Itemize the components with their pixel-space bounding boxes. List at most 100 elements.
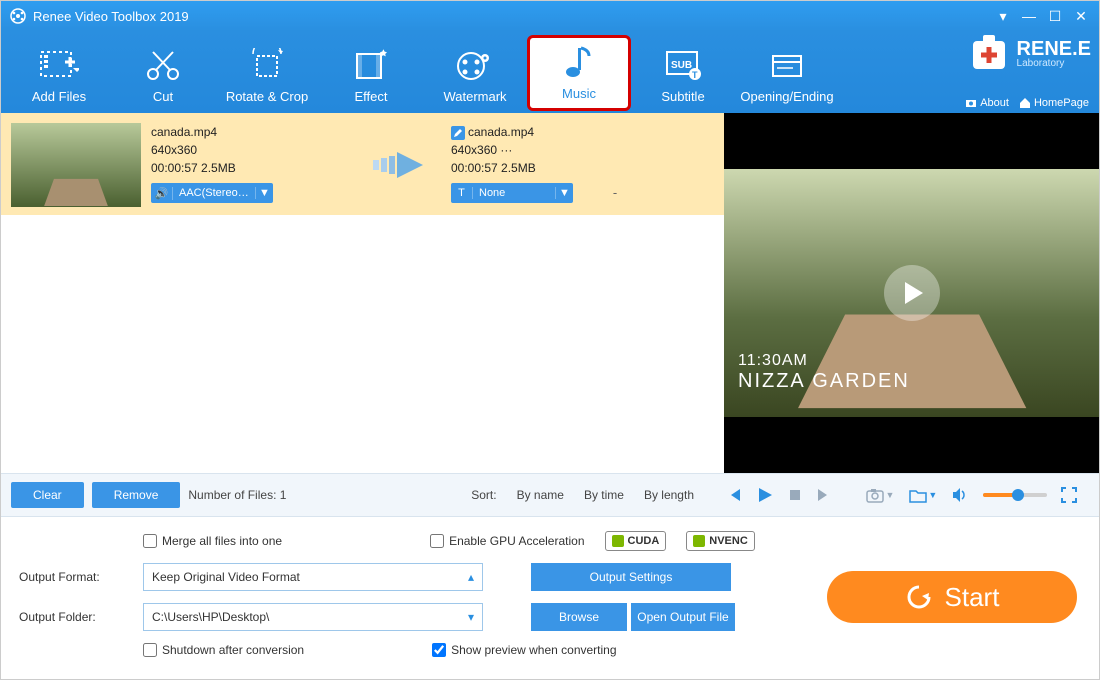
file-count-label: Number of Files: 1 <box>188 488 286 502</box>
content-area: canada.mp4 640x360 00:00:57 2.5MB 🔊 AAC(… <box>1 113 1099 473</box>
src-file-name: canada.mp4 <box>151 123 351 141</box>
sort-by-length[interactable]: By length <box>644 488 694 502</box>
music-label: Music <box>530 86 628 101</box>
output-settings-button[interactable]: Output Settings <box>531 563 731 591</box>
opening-ending-button[interactable]: Opening/Ending <box>735 41 839 104</box>
open-output-button[interactable]: Open Output File <box>631 603 735 631</box>
effect-label: Effect <box>319 89 423 104</box>
close-button[interactable]: ✕ <box>1071 8 1091 25</box>
effect-button[interactable]: Effect <box>319 41 423 104</box>
file-row[interactable]: canada.mp4 640x360 00:00:57 2.5MB 🔊 AAC(… <box>1 113 724 216</box>
sort-by-name[interactable]: By name <box>517 488 564 502</box>
chevron-down-icon: ▼ <box>555 187 573 199</box>
app-title: Renee Video Toolbox 2019 <box>33 9 189 24</box>
homepage-link[interactable]: HomePage <box>1019 97 1089 109</box>
add-files-label: Add Files <box>7 89 111 104</box>
open-folder-button[interactable]: ▼ <box>908 487 937 503</box>
start-button[interactable]: Start <box>827 571 1077 623</box>
dst-file-dur: 00:00:57 2.5MB <box>451 159 651 177</box>
main-toolbar: Add Files Cut Rotate & Crop Effect Water… <box>1 31 1099 113</box>
edit-icon[interactable] <box>451 126 465 140</box>
sort-label: Sort: <box>471 488 496 502</box>
next-button[interactable] <box>816 487 832 503</box>
mid-bar: Clear Remove Number of Files: 1 Sort: By… <box>1 473 1099 517</box>
add-files-icon <box>7 45 111 85</box>
gpu-checkbox[interactable]: Enable GPU Acceleration <box>430 534 584 548</box>
output-format-label: Output Format: <box>19 570 129 584</box>
watermark-icon <box>423 45 527 85</box>
rotate-crop-label: Rotate & Crop <box>215 89 319 104</box>
audio-codec-dropdown[interactable]: 🔊 AAC(Stereo 44 ▼ <box>151 183 273 203</box>
scissors-icon <box>111 45 215 85</box>
output-format-select[interactable]: Keep Original Video Format▴ <box>143 563 483 591</box>
snapshot-button[interactable]: ▼ <box>865 487 894 503</box>
cuda-badge: CUDA <box>605 531 667 551</box>
brand-icon <box>969 33 1011 75</box>
play-button[interactable] <box>756 486 774 504</box>
music-button[interactable]: Music <box>527 35 631 111</box>
file-list: canada.mp4 640x360 00:00:57 2.5MB 🔊 AAC(… <box>1 113 724 473</box>
preview-overlay-text: 11:30AM NIZZA GARDEN <box>738 352 910 393</box>
dst-file-res: 640x360 ··· <box>451 141 651 159</box>
chevron-down-icon: ▼ <box>255 187 273 199</box>
clear-button[interactable]: Clear <box>11 482 84 508</box>
show-preview-checkbox[interactable]: Show preview when converting <box>432 643 616 657</box>
remove-button[interactable]: Remove <box>92 482 181 508</box>
src-file-dur: 00:00:57 2.5MB <box>151 159 351 177</box>
svg-text:T: T <box>692 70 698 80</box>
output-folder-label: Output Folder: <box>19 610 129 624</box>
watermark-button[interactable]: Watermark <box>423 41 527 104</box>
preview-panel: 11:30AM NIZZA GARDEN <box>724 113 1099 473</box>
text-icon: T <box>451 187 473 199</box>
dash-placeholder: - <box>579 185 651 203</box>
brand-block: RENE.E Laboratory <box>969 33 1091 75</box>
rotate-crop-button[interactable]: Rotate & Crop <box>215 41 319 104</box>
chevron-down-icon: ▾ <box>468 610 474 624</box>
music-icon <box>530 42 628 82</box>
cut-button[interactable]: Cut <box>111 41 215 104</box>
refresh-icon <box>905 583 933 611</box>
subtitle-button[interactable]: SUBT Subtitle <box>631 41 735 104</box>
speaker-icon: 🔊 <box>151 187 173 200</box>
opening-ending-icon <box>735 45 839 85</box>
sort-by-time[interactable]: By time <box>584 488 624 502</box>
bottom-panel: Merge all files into one Enable GPU Acce… <box>1 517 1099 667</box>
prev-button[interactable] <box>726 487 742 503</box>
opening-ending-label: Opening/Ending <box>735 89 839 104</box>
volume-icon[interactable] <box>951 487 969 503</box>
about-link[interactable]: About <box>965 97 1009 109</box>
chevron-up-icon: ▴ <box>468 570 474 584</box>
cut-label: Cut <box>111 89 215 104</box>
app-logo-icon <box>9 7 27 25</box>
subtitle-icon: SUBT <box>631 45 735 85</box>
player-controls: ▼ ▼ <box>714 486 1089 504</box>
shutdown-checkbox[interactable]: Shutdown after conversion <box>143 643 304 657</box>
fullscreen-button[interactable] <box>1061 487 1077 503</box>
dst-file-name: canada.mp4 <box>468 125 534 139</box>
stop-button[interactable] <box>788 488 802 502</box>
effect-icon <box>319 45 423 85</box>
add-files-button[interactable]: Add Files <box>7 41 111 104</box>
merge-checkbox[interactable]: Merge all files into one <box>143 534 282 548</box>
home-icon <box>1019 97 1031 109</box>
brand-name: RENE.E <box>1017 40 1091 58</box>
volume-slider[interactable] <box>983 493 1047 497</box>
svg-text:SUB: SUB <box>671 60 692 71</box>
play-overlay-button[interactable] <box>884 265 940 321</box>
nvenc-badge: NVENC <box>686 531 755 551</box>
arrow-icon <box>361 123 441 207</box>
title-bar: Renee Video Toolbox 2019 ▾ ― ☐ ✕ <box>1 1 1099 31</box>
watermark-label: Watermark <box>423 89 527 104</box>
camera-icon <box>965 97 977 109</box>
browse-button[interactable]: Browse <box>531 603 627 631</box>
dropdown-icon[interactable]: ▾ <box>993 8 1013 25</box>
subtitle-label: Subtitle <box>631 89 735 104</box>
file-thumbnail <box>11 123 141 207</box>
brand-links: About HomePage <box>965 97 1089 109</box>
minimize-button[interactable]: ― <box>1019 8 1039 24</box>
rotate-crop-icon <box>215 45 319 85</box>
src-file-res: 640x360 <box>151 141 351 159</box>
maximize-button[interactable]: ☐ <box>1045 8 1065 25</box>
subtitle-dropdown[interactable]: T None ▼ <box>451 183 573 203</box>
output-folder-select[interactable]: C:\Users\HP\Desktop\▾ <box>143 603 483 631</box>
